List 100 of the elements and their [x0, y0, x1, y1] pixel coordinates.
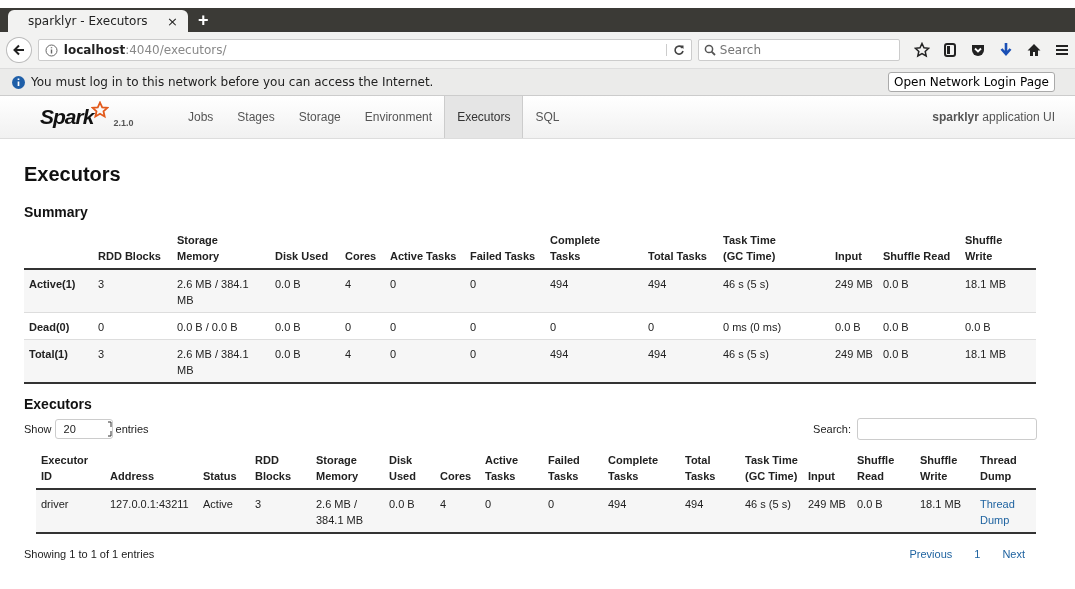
- column-header[interactable]: Complete Tasks: [608, 452, 675, 484]
- table-cell-text: 0: [390, 347, 398, 362]
- nav-tab[interactable]: Storage: [286, 96, 353, 138]
- clipboard-icon[interactable]: [943, 42, 957, 58]
- table-cell-text: 0: [485, 497, 493, 512]
- show-label: Show: [24, 423, 52, 435]
- column-header: Task Time (GC Time): [723, 233, 777, 264]
- column-header[interactable]: Disk Used: [389, 452, 430, 484]
- table-cell-text: 494: [648, 347, 668, 362]
- table-cell-text: Dead(0): [29, 320, 71, 335]
- column-header[interactable]: RDD Blocks: [255, 452, 306, 484]
- back-button[interactable]: [6, 37, 32, 63]
- column-header[interactable]: Status: [203, 468, 245, 484]
- table-cell-text: 0.0 B: [857, 497, 884, 512]
- column-header: Complete Tasks: [550, 233, 602, 264]
- column-header[interactable]: Input: [808, 468, 847, 484]
- back-arrow-icon: [11, 43, 26, 57]
- nav-tab[interactable]: Environment: [352, 96, 445, 138]
- search-field[interactable]: Search: [697, 39, 900, 61]
- spark-logo[interactable]: Spark: [40, 105, 94, 129]
- table-cell-text: 0.0 B: [883, 347, 910, 362]
- info-icon: [44, 43, 58, 57]
- table-cell-text: Active(1): [29, 277, 77, 292]
- column-header: Input: [835, 249, 863, 264]
- download-icon[interactable]: [999, 42, 1013, 58]
- table-cell-text: 4: [345, 277, 353, 292]
- column-header[interactable]: Active Tasks: [485, 452, 538, 484]
- table-cell-text: 0.0 B: [275, 277, 302, 292]
- page-link[interactable]: 1: [974, 548, 981, 560]
- column-header: Shuffle Write: [965, 233, 1004, 264]
- browser-tab[interactable]: sparklyr - Executors ×: [8, 10, 188, 32]
- column-header[interactable]: Task Time (GC Time): [745, 452, 798, 484]
- table-cell-text: 0: [470, 277, 478, 292]
- table-cell-text: 0.0 B: [883, 277, 910, 292]
- nav-tab[interactable]: Stages: [225, 96, 287, 138]
- table-cell-text: 3: [98, 277, 106, 292]
- table-cell-text: 494: [550, 277, 570, 292]
- info-icon: [12, 75, 25, 89]
- new-tab-button[interactable]: +: [198, 10, 209, 30]
- home-icon[interactable]: [1026, 42, 1042, 58]
- table-cell-text: 0: [345, 320, 353, 335]
- table-cell-text: 127.0.0.1:43211: [110, 497, 190, 512]
- previous-link[interactable]: Previous: [909, 548, 953, 560]
- search-label: Search:: [813, 423, 851, 435]
- column-header[interactable]: Total Tasks: [685, 452, 735, 484]
- column-header: RDD Blocks: [98, 249, 162, 264]
- table-cell-text: 0.0 B: [275, 320, 302, 335]
- table-cell-text: 46 s (5 s): [745, 497, 792, 512]
- menu-icon[interactable]: [1055, 43, 1069, 57]
- entries-info: Showing 1 to 1 of 1 entries: [24, 548, 155, 560]
- table-cell-text: 0.0 B: [883, 320, 910, 335]
- column-header[interactable]: Executor ID: [41, 452, 100, 484]
- section-heading: Executors: [24, 396, 93, 412]
- table-cell-text: 0.0 B: [835, 320, 862, 335]
- column-header[interactable]: Storage Memory: [316, 452, 379, 484]
- table-cell-text: 0: [98, 320, 106, 335]
- search-field[interactable]: [857, 418, 1037, 440]
- close-tab-button[interactable]: ×: [167, 13, 178, 29]
- column-header[interactable]: Shuffle Read: [857, 452, 910, 484]
- page-size-select[interactable]: 20: [54, 419, 113, 439]
- next-link[interactable]: Next: [1002, 548, 1025, 560]
- table-cell-text: 2.6 MB / 384.1 MB: [177, 347, 250, 378]
- table-cell-text: 0: [470, 320, 478, 335]
- column-header: Failed Tasks: [470, 249, 537, 264]
- table-cell-text: 0: [390, 320, 398, 335]
- table-cell-text: 494: [648, 277, 668, 292]
- column-header: Shuffle Read: [883, 249, 952, 264]
- spinner-icon[interactable]: [106, 421, 112, 437]
- table-cell-text: 3: [255, 497, 263, 512]
- column-header[interactable]: Address: [110, 468, 193, 484]
- nav-tab[interactable]: Executors: [444, 96, 524, 138]
- table-cell-text: Total(1): [29, 347, 69, 362]
- version-label: 2.1.0: [113, 118, 134, 128]
- table-cell-text: 4: [440, 497, 448, 512]
- notification-message: You must log in to this network before you can access the Internet.: [31, 75, 435, 89]
- table-cell-text: 249 MB: [808, 497, 847, 512]
- nav-tab[interactable]: SQL: [523, 96, 572, 138]
- star-icon[interactable]: [914, 42, 930, 58]
- column-header[interactable]: Thread Dump: [980, 452, 1031, 484]
- pocket-icon[interactable]: [970, 42, 986, 58]
- table-cell-text: 18.1 MB: [920, 497, 962, 512]
- column-header: Total Tasks: [648, 249, 708, 264]
- column-header[interactable]: Cores: [440, 468, 475, 484]
- table-cell-text: 0.0 B: [389, 497, 416, 512]
- column-header: Cores: [345, 249, 378, 264]
- entries-label: entries: [115, 423, 149, 435]
- table-cell-text: driver: [41, 497, 70, 512]
- column-header[interactable]: Failed Tasks: [548, 452, 598, 484]
- app-name: sparklyr application UI: [932, 110, 1055, 124]
- reload-icon[interactable]: [665, 44, 685, 56]
- open-login-page-button[interactable]: Open Network Login Page: [887, 72, 1055, 92]
- column-header[interactable]: Shuffle Write: [920, 452, 970, 484]
- page-title: Executors: [24, 163, 122, 186]
- address-bar[interactable]: localhost:4040/executors/: [37, 39, 692, 61]
- nav-tab[interactable]: Jobs: [176, 96, 226, 138]
- table-cell-text: 2.6 MB / 384.1 MB: [177, 277, 250, 308]
- table-cell-text: 0: [550, 320, 558, 335]
- section-heading: Summary: [24, 204, 89, 220]
- table-cell-text: 0 ms (0 ms): [723, 320, 783, 335]
- table-cell-text: Active: [203, 497, 234, 512]
